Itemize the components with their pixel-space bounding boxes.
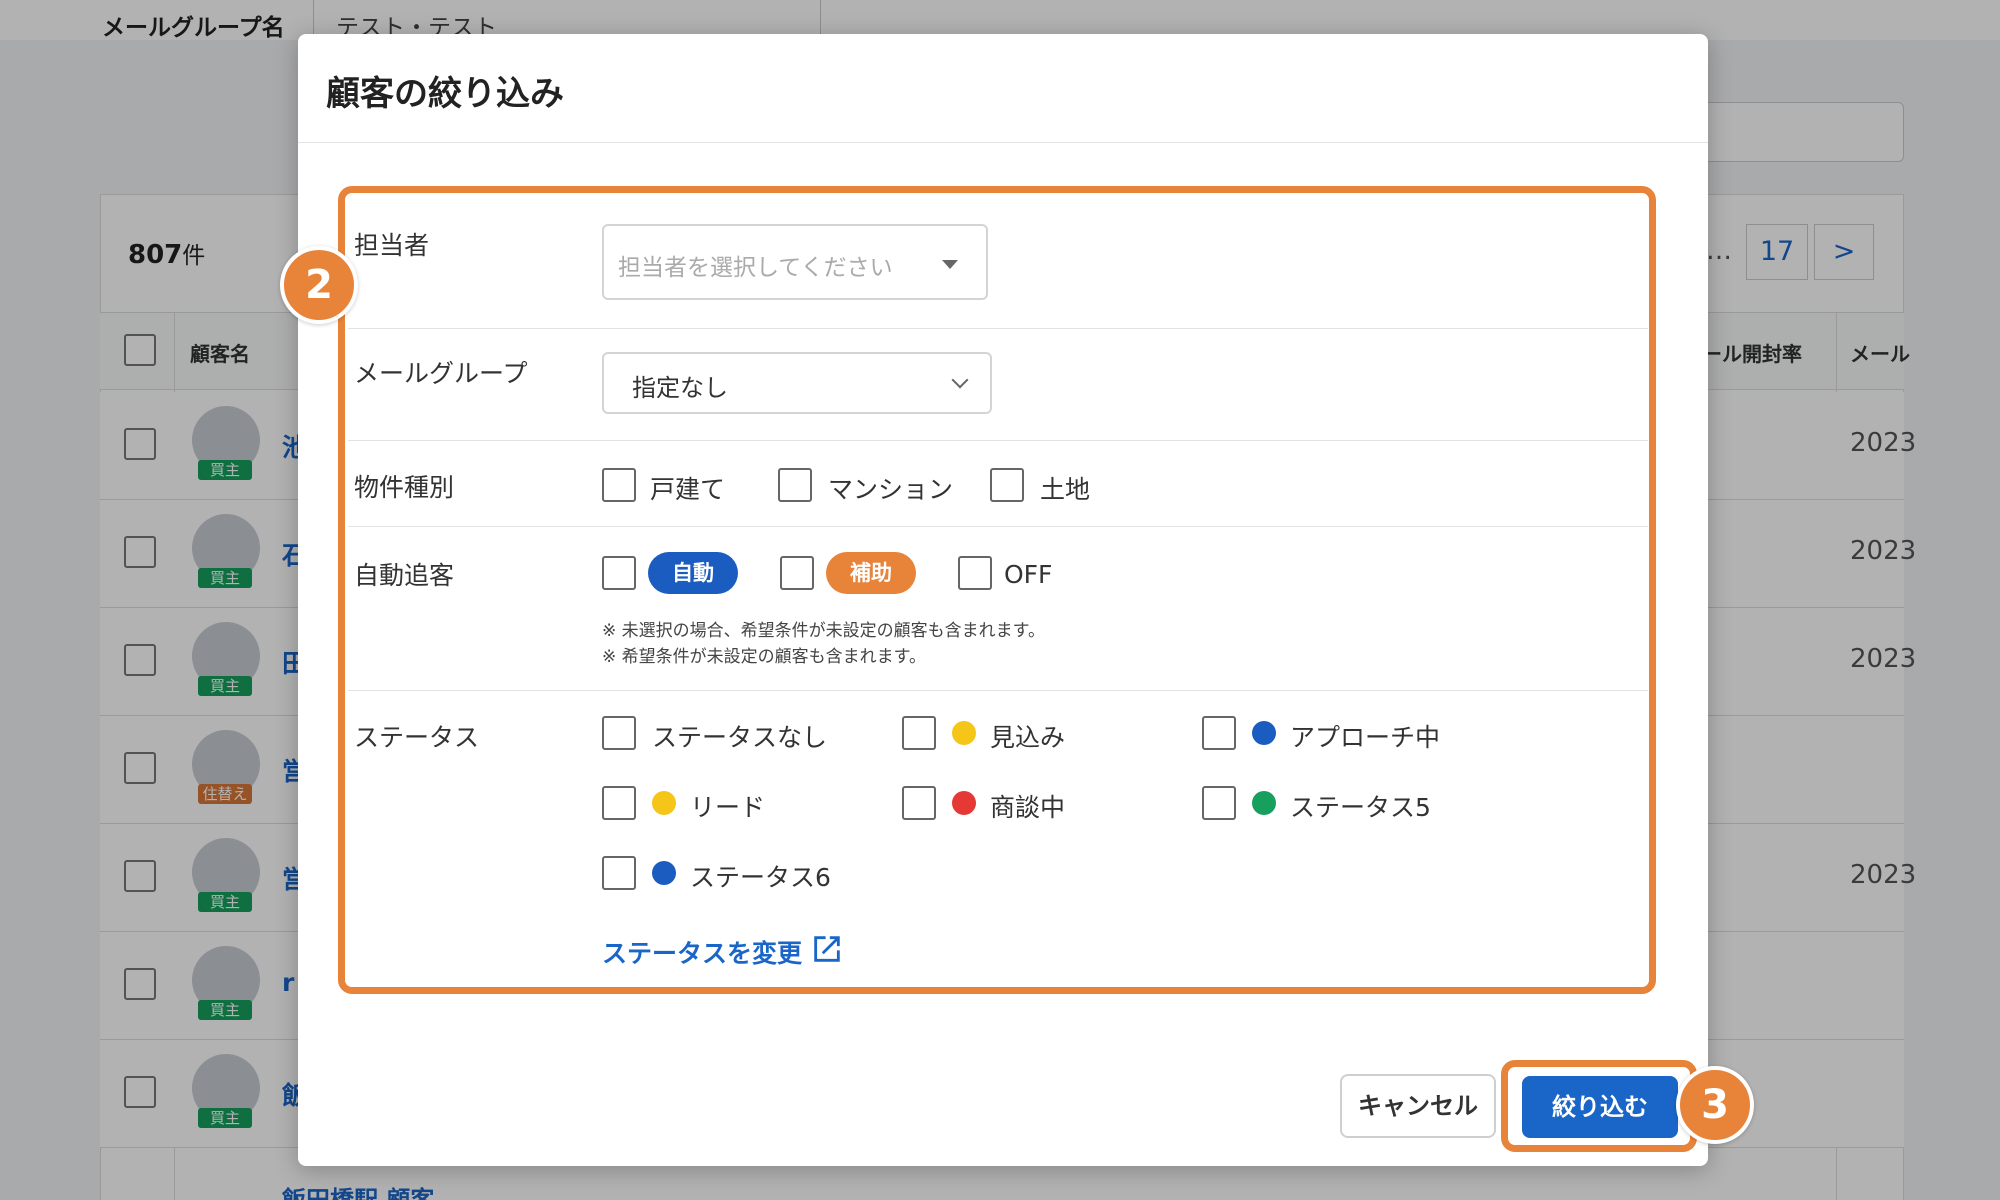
followup-auto-checkbox[interactable] [602, 556, 636, 590]
status-option-label: 商談中 [990, 793, 1066, 822]
followup-off-checkbox[interactable] [958, 556, 992, 590]
status-option-label: ステータスなし [652, 723, 828, 752]
row-divider [348, 690, 1648, 691]
step-3-badge: 3 [1676, 1066, 1754, 1144]
followup-assist-pill: 補助 [826, 552, 916, 594]
row-divider [348, 440, 1648, 441]
followup-assist-checkbox[interactable] [780, 556, 814, 590]
external-link-icon[interactable] [810, 932, 844, 966]
status-color-dot [1252, 721, 1276, 745]
followup-note-1: ※ 未選択の場合、希望条件が未設定の顧客も含まれます。 [602, 621, 1045, 641]
property-land-checkbox[interactable] [990, 468, 1024, 502]
apply-filter-button[interactable]: 絞り込む [1522, 1076, 1678, 1138]
filter-highlight-box [338, 186, 1656, 994]
property-mansion-label: マンション [828, 475, 954, 504]
step-2-badge: 2 [280, 246, 358, 324]
status-color-dot [952, 721, 976, 745]
property-mansion-checkbox[interactable] [778, 468, 812, 502]
property-type-label: 物件種別 [354, 473, 455, 502]
row-divider [348, 526, 1648, 527]
status-color-dot [652, 791, 676, 815]
status-color-dot [1252, 791, 1276, 815]
chevron-down-icon [951, 371, 969, 389]
status-color-dot [952, 791, 976, 815]
followup-auto-pill: 自動 [648, 552, 738, 594]
status-option-label: ステータス6 [690, 863, 831, 892]
status-option-label: アプローチ中 [1290, 723, 1441, 752]
assignee-label: 担当者 [354, 231, 430, 260]
assignee-placeholder: 担当者を選択してください [618, 255, 893, 281]
mail-group-label: メールグループ [354, 359, 528, 388]
status-option-checkbox[interactable] [1202, 786, 1236, 820]
status-option-checkbox[interactable] [902, 786, 936, 820]
status-option-label: ステータス5 [1290, 793, 1431, 822]
modal-title: 顧客の絞り込み [326, 74, 564, 114]
row-divider [348, 328, 1648, 329]
status-option-checkbox[interactable] [1202, 716, 1236, 750]
status-label: ステータス [354, 723, 480, 752]
followup-note-2: ※ 希望条件が未設定の顧客も含まれます。 [602, 647, 926, 667]
customer-filter-modal: 顧客の絞り込み 担当者 担当者を選択してください メールグループ 指定なし 物件… [298, 34, 1708, 1166]
mail-group-value: 指定なし [632, 374, 728, 402]
auto-followup-label: 自動追客 [354, 561, 455, 590]
mail-group-select[interactable]: 指定なし [602, 352, 992, 414]
status-option-label: 見込み [990, 723, 1066, 752]
cancel-button[interactable]: キャンセル [1340, 1074, 1496, 1138]
property-land-label: 土地 [1040, 475, 1091, 504]
property-detached-label: 戸建て [650, 475, 726, 504]
status-option-checkbox[interactable] [602, 786, 636, 820]
status-color-dot [652, 861, 676, 885]
assignee-select[interactable]: 担当者を選択してください [602, 224, 988, 300]
followup-off-label: OFF [1004, 560, 1053, 589]
modal-divider [298, 142, 1708, 143]
status-option-checkbox[interactable] [602, 856, 636, 890]
caret-down-icon [942, 260, 958, 269]
status-option-checkbox[interactable] [902, 716, 936, 750]
change-status-link[interactable]: ステータスを変更 [602, 934, 802, 970]
status-option-label: リード [690, 793, 766, 822]
status-option-checkbox[interactable] [602, 716, 636, 750]
property-detached-checkbox[interactable] [602, 468, 636, 502]
